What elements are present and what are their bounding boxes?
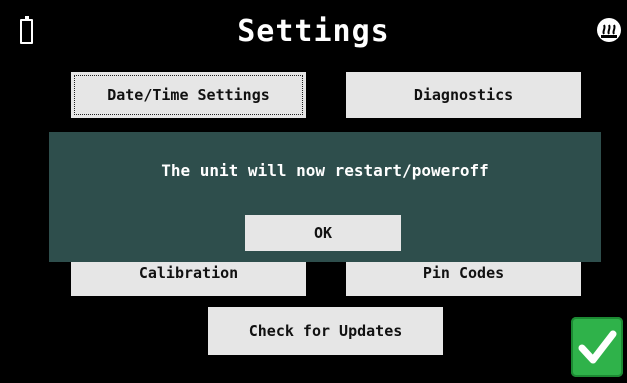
check-for-updates-button[interactable]: Check for Updates	[208, 307, 443, 355]
diagnostics-button[interactable]: Diagnostics	[346, 72, 581, 118]
heat-icon[interactable]	[596, 17, 622, 43]
restart-dialog: The unit will now restart/poweroff OK	[49, 132, 601, 262]
page-title: Settings	[237, 14, 390, 49]
ok-button[interactable]: OK	[245, 215, 401, 251]
checkmark-icon	[578, 330, 617, 364]
confirm-button[interactable]	[571, 317, 623, 377]
dialog-message: The unit will now restart/poweroff	[161, 161, 489, 180]
date-time-settings-button[interactable]: Date/Time Settings	[71, 72, 306, 118]
